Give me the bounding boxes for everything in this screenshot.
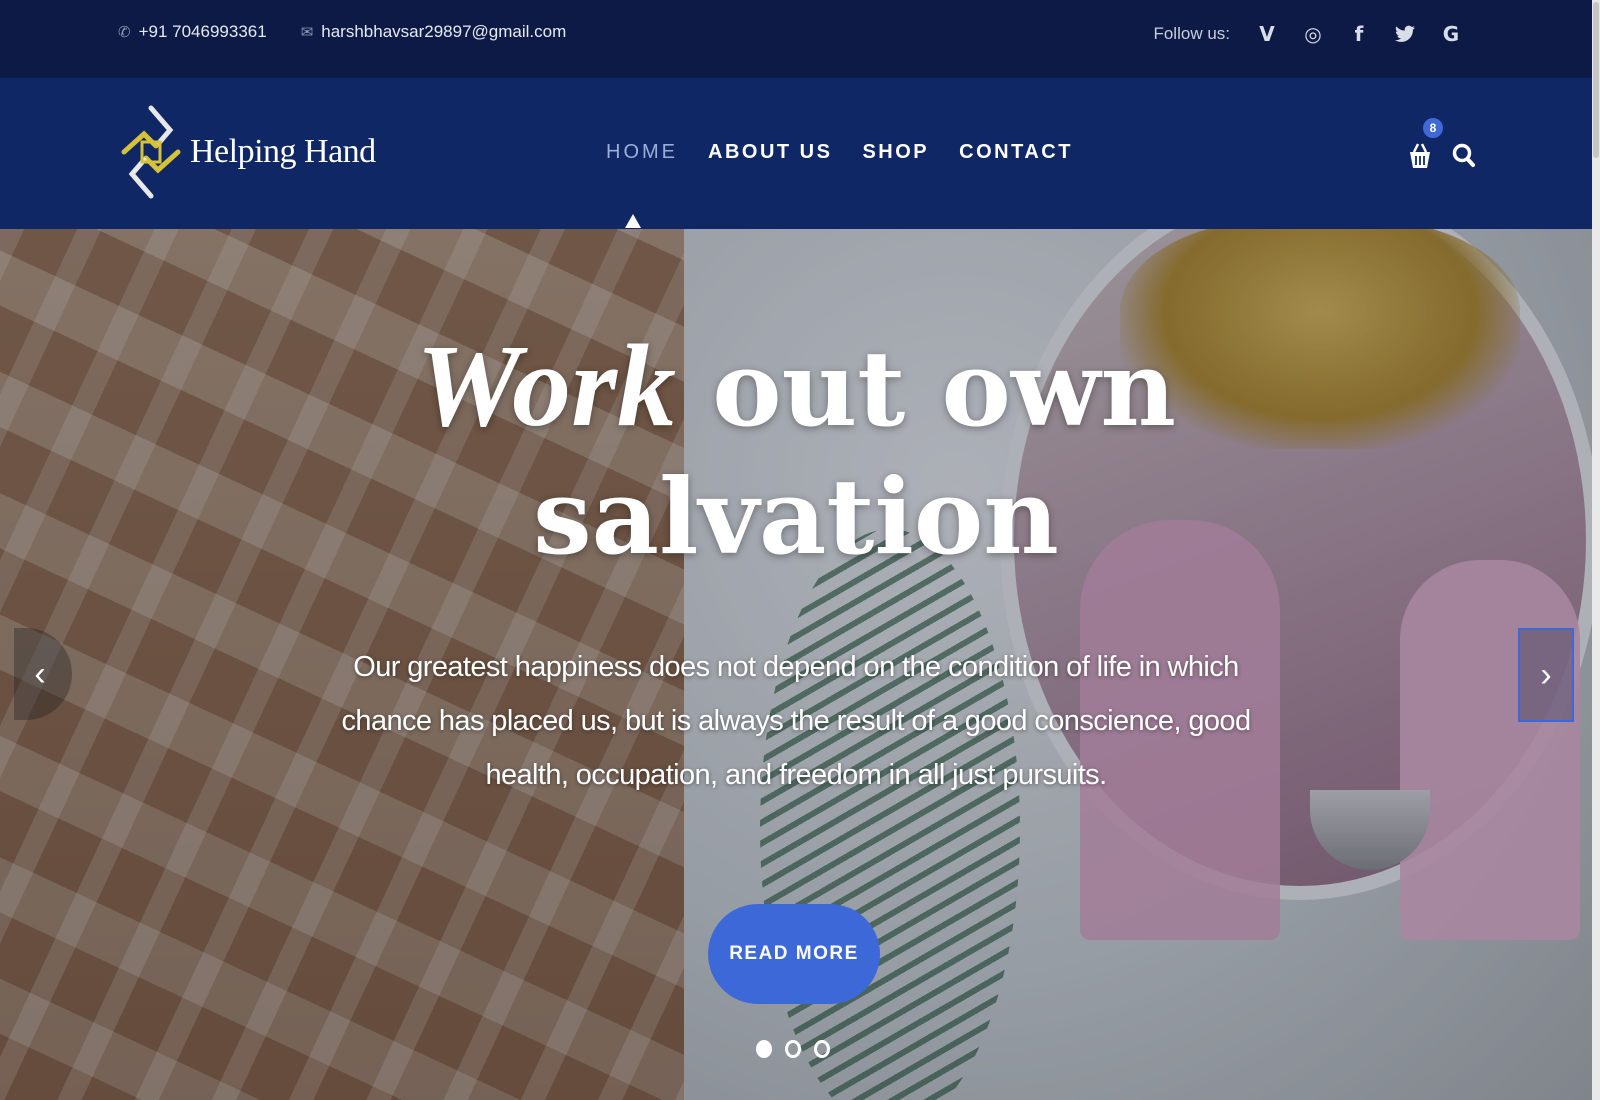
nav-about-us[interactable]: ABOUT US [708, 141, 832, 164]
cart-count-badge: 8 [1421, 116, 1445, 140]
top-bar: ✆ +91 7046993361 ✉ harshbhavsar29897@gma… [0, 0, 1592, 78]
site-logo[interactable]: Helping Hand [118, 100, 376, 204]
page-scrollbar[interactable] [1592, 0, 1600, 1100]
active-nav-indicator [625, 214, 641, 228]
phone-contact[interactable]: ✆ +91 7046993361 [118, 22, 267, 42]
slider-next-button[interactable]: › [1518, 628, 1574, 722]
cart-icon[interactable] [1405, 136, 1435, 172]
scrollbar-thumb[interactable] [1593, 2, 1599, 158]
social-links: Follow us: V ◎ f G [1153, 22, 1462, 46]
nav-home[interactable]: HOME [606, 141, 678, 164]
phone-icon: ✆ [118, 24, 131, 41]
twitter-icon[interactable] [1394, 22, 1416, 46]
site-header: Helping Hand HOME ABOUT US SHOP CONTACT … [0, 78, 1592, 229]
main-nav: HOME ABOUT US SHOP CONTACT [606, 141, 1073, 164]
hero-title-rest: out own [676, 327, 1177, 450]
envelope-icon: ✉ [300, 24, 314, 41]
slide-dot-1[interactable] [756, 1040, 772, 1058]
instagram-icon[interactable]: ◎ [1302, 22, 1324, 46]
slide-dot-2[interactable] [785, 1040, 801, 1058]
slider-pagination [756, 1040, 830, 1058]
chevron-left-icon: ‹ [34, 654, 46, 693]
hero-title-line2: salvation [533, 455, 1059, 578]
logo-text: Helping Hand [190, 133, 376, 170]
slide-dot-3[interactable] [814, 1040, 830, 1058]
nav-shop[interactable]: SHOP [862, 141, 929, 164]
follow-label: Follow us: [1153, 24, 1230, 43]
email-contact[interactable]: ✉ harshbhavsar29897@gmail.com [301, 22, 567, 42]
contact-info: ✆ +91 7046993361 ✉ harshbhavsar29897@gma… [118, 22, 566, 42]
search-icon[interactable] [1451, 142, 1477, 170]
read-more-button[interactable]: READ MORE [708, 904, 880, 1004]
nav-contact[interactable]: CONTACT [959, 141, 1073, 164]
hero-title: Work out own salvation [0, 322, 1592, 581]
chevron-right-icon: › [1540, 655, 1552, 694]
vimeo-icon[interactable]: V [1256, 22, 1278, 46]
helping-hand-logo-icon [121, 105, 181, 199]
hero-title-emphasis: Work [415, 320, 677, 451]
hero-description: Our greatest happiness does not depend o… [341, 651, 1252, 791]
facebook-icon[interactable]: f [1348, 22, 1370, 46]
google-icon[interactable]: G [1440, 22, 1462, 46]
email-address: harshbhavsar29897@gmail.com [321, 22, 567, 41]
phone-number: +91 7046993361 [138, 22, 267, 41]
